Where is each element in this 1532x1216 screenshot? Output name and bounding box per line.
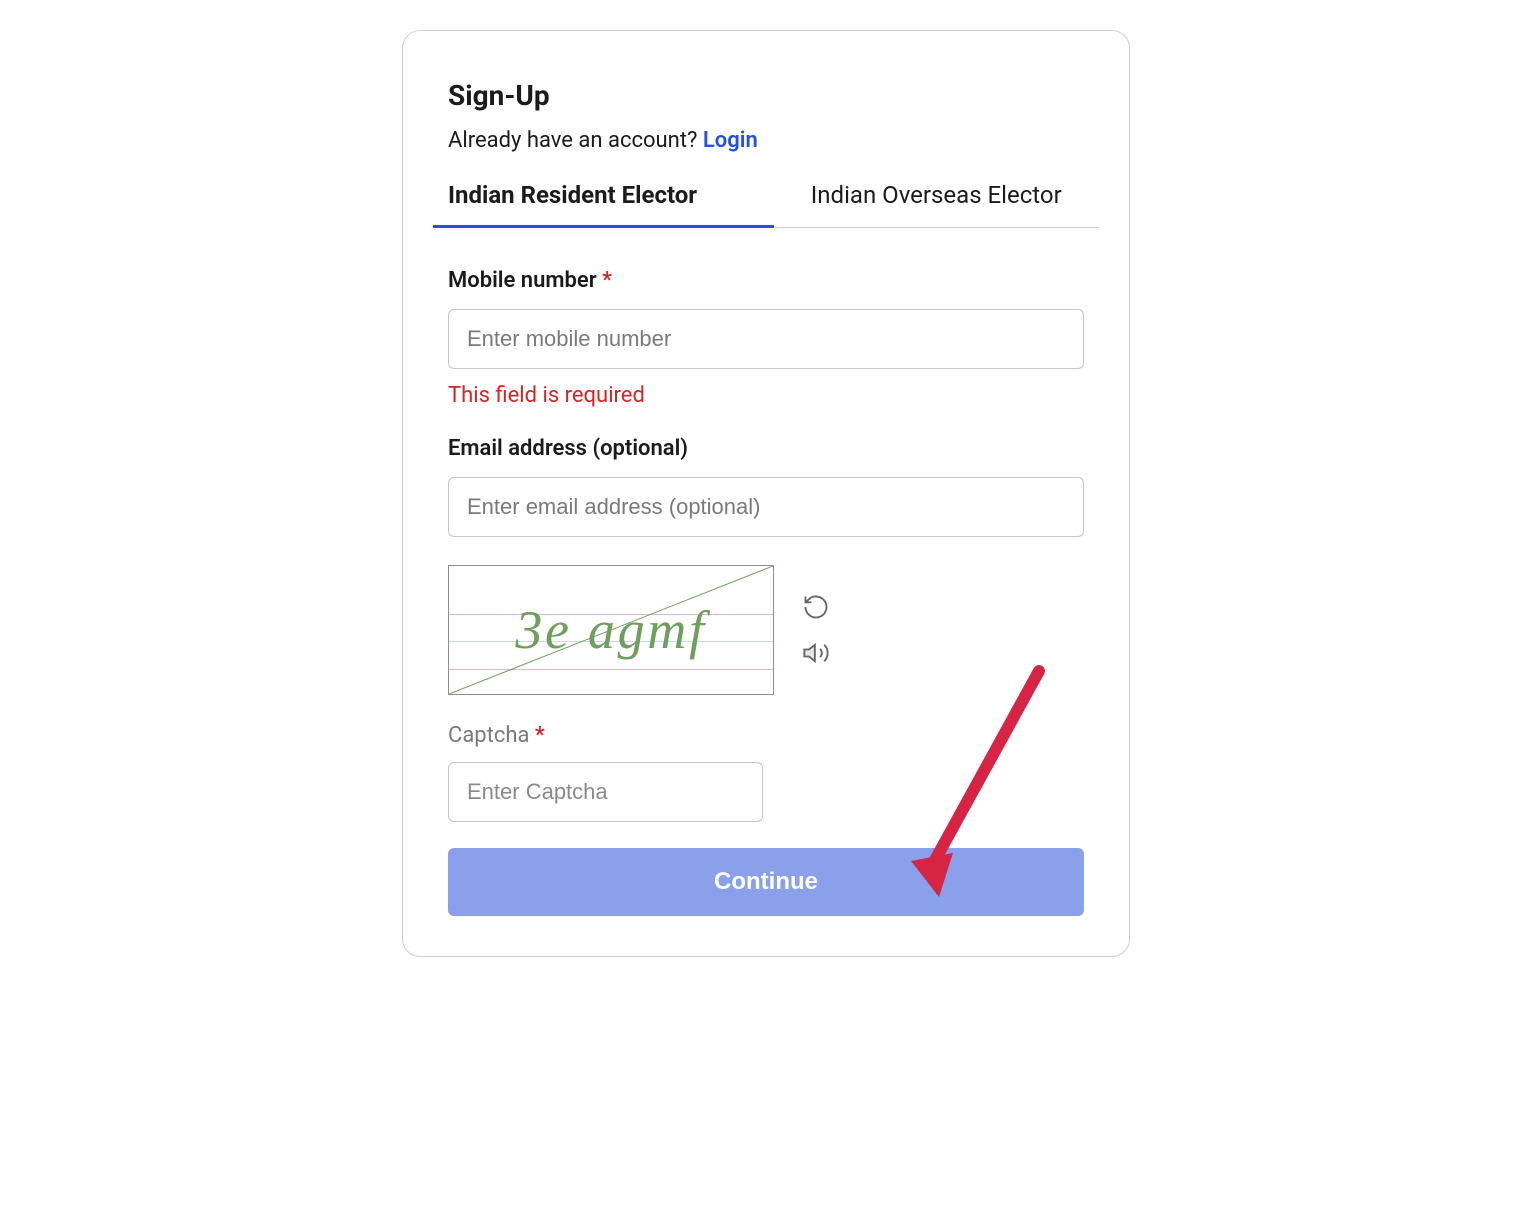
- mobile-error-text: This field is required: [448, 383, 1084, 408]
- captcha-text: 3e agmf: [515, 599, 706, 661]
- mobile-label: Mobile number *: [448, 268, 1084, 293]
- page-title: Sign-Up: [448, 79, 1084, 112]
- captcha-controls: [802, 593, 830, 667]
- continue-button[interactable]: Continue: [448, 848, 1084, 916]
- audio-icon[interactable]: [802, 639, 830, 667]
- email-field-group: Email address (optional): [448, 436, 1084, 537]
- captcha-image: 3e agmf: [448, 565, 774, 695]
- mobile-label-text: Mobile number: [448, 268, 602, 293]
- captcha-label-text: Captcha: [448, 723, 535, 748]
- email-input[interactable]: [448, 477, 1084, 537]
- required-star-icon: *: [602, 268, 612, 293]
- mobile-input[interactable]: [448, 309, 1084, 369]
- email-label: Email address (optional): [448, 436, 1084, 461]
- required-star-icon: *: [535, 723, 545, 748]
- captcha-label: Captcha *: [448, 723, 1084, 748]
- tab-overseas[interactable]: Indian Overseas Elector: [774, 181, 1100, 227]
- signup-card: Sign-Up Already have an account? Login I…: [402, 30, 1130, 957]
- captcha-input[interactable]: [448, 762, 763, 822]
- captcha-row: 3e agmf: [448, 565, 1084, 695]
- login-link[interactable]: Login: [703, 128, 758, 153]
- already-text: Already have an account?: [448, 128, 703, 153]
- tab-resident[interactable]: Indian Resident Elector: [433, 181, 774, 228]
- refresh-icon[interactable]: [802, 593, 830, 621]
- tabs-container: Indian Resident Elector Indian Overseas …: [433, 181, 1099, 228]
- mobile-field-group: Mobile number * This field is required: [448, 268, 1084, 408]
- already-account-text: Already have an account? Login: [448, 128, 1084, 153]
